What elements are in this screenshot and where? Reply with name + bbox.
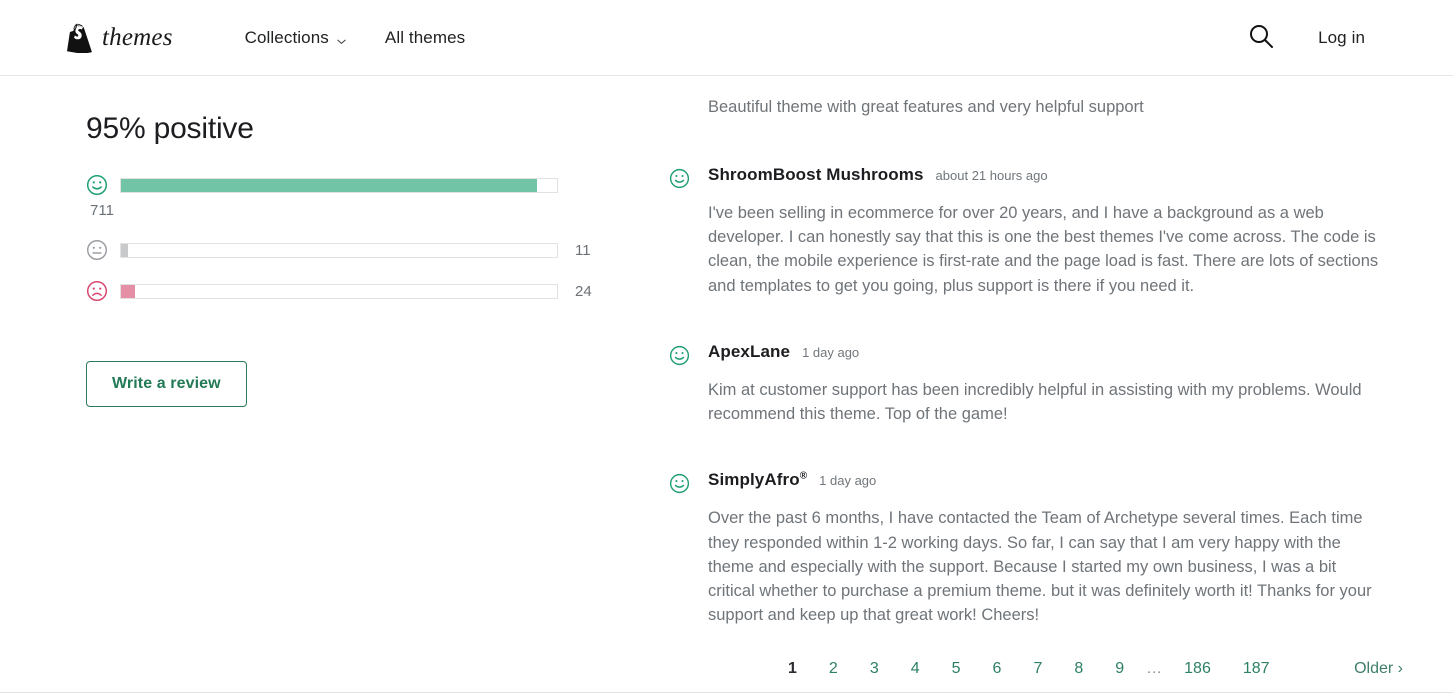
review-item: ApexLane 1 day ago Kim at customer suppo…	[669, 342, 1379, 427]
smiley-happy-icon	[86, 174, 108, 196]
rating-count-neutral: 11	[575, 241, 591, 259]
pagination-ellipsis: …	[1146, 660, 1163, 677]
pagination-page-links: 1 2 3 4 5 6 7 8 9 … 186 187	[772, 660, 1286, 678]
rating-bar-fill-positive	[121, 178, 537, 192]
rating-row-positive	[86, 174, 590, 196]
shopify-bag-logo	[66, 23, 92, 53]
site-header: themes Collections All themes Log in	[0, 0, 1453, 76]
rating-summary-panel: 95% positive 711 11 24 Write a review	[0, 96, 630, 698]
review-item: ShroomBoost Mushrooms about 21 hours ago…	[669, 165, 1379, 298]
review-text: I've been selling in ecommerce for over …	[708, 203, 1379, 295]
review-author: SimplyAfro®	[708, 470, 807, 490]
review-body: ShroomBoost Mushrooms about 21 hours ago…	[690, 165, 1379, 298]
rating-row-neutral: 11	[86, 239, 591, 261]
review-text: Kim at customer support has been incredi…	[708, 380, 1362, 424]
page-body: 95% positive 711 11 24 Write a review Be…	[0, 76, 1453, 698]
login-link[interactable]: Log in	[1318, 28, 1365, 48]
pagination-older-link[interactable]: Older ›	[1354, 660, 1403, 678]
pagination: 1 2 3 4 5 6 7 8 9 … 186 187 Older ›	[669, 660, 1453, 678]
smiley-neutral-icon	[86, 239, 108, 261]
page-title: 95% positive	[86, 112, 254, 145]
bottom-divider	[0, 692, 1453, 693]
reviews-panel: Beautiful theme with great features and …	[630, 96, 1453, 698]
smiley-happy-icon	[669, 345, 690, 366]
rating-bar-track-neutral	[120, 242, 558, 258]
smiley-happy-icon	[669, 168, 690, 189]
review-body: SimplyAfro® 1 day ago Over the past 6 mo…	[690, 470, 1379, 627]
pagination-page-9[interactable]: 9	[1099, 660, 1140, 678]
header-actions: Log in	[1248, 23, 1365, 52]
review-author-name: SimplyAfro	[708, 470, 800, 490]
pagination-page-2[interactable]: 2	[813, 660, 854, 678]
review-timestamp: about 21 hours ago	[935, 167, 1048, 183]
review-timestamp: 1 day ago	[819, 473, 877, 489]
pagination-page-186[interactable]: 186	[1168, 660, 1227, 678]
nav-item-all-themes-label: All themes	[384, 27, 466, 47]
chevron-down-icon	[336, 32, 347, 44]
search-button[interactable]	[1248, 23, 1274, 52]
review-timestamp: 1 day ago	[802, 344, 860, 360]
review-item: SimplyAfro® 1 day ago Over the past 6 mo…	[669, 470, 1379, 627]
pagination-page-5[interactable]: 5	[936, 660, 977, 678]
review-header: SimplyAfro® 1 day ago	[708, 470, 1379, 490]
rating-bar-track-negative	[120, 283, 558, 299]
rating-bar-track-positive	[120, 177, 558, 193]
rating-bar-fill-neutral	[121, 243, 128, 257]
rating-count-negative: 24	[575, 282, 592, 300]
rating-count-positive: 711	[90, 202, 114, 219]
nav-item-collections-label: Collections	[244, 27, 329, 47]
smiley-happy-icon	[669, 473, 690, 494]
pagination-page-1: 1	[788, 660, 797, 677]
write-a-review-button[interactable]: Write a review	[86, 361, 247, 407]
pagination-page-3[interactable]: 3	[854, 660, 895, 678]
pagination-page-187[interactable]: 187	[1227, 660, 1286, 678]
search-icon	[1248, 23, 1274, 52]
review-header: ApexLane 1 day ago	[708, 342, 1379, 362]
review-author: ShroomBoost Mushrooms	[708, 164, 924, 184]
review-teaser-text: Beautiful theme with great features and …	[708, 98, 1144, 116]
review-author-suffix: ®	[799, 470, 808, 482]
pagination-page-7[interactable]: 7	[1017, 660, 1058, 678]
pagination-page-8[interactable]: 8	[1058, 660, 1099, 678]
review-author: ApexLane	[708, 341, 791, 361]
review-header: ShroomBoost Mushrooms about 21 hours ago	[708, 165, 1379, 185]
nav-item-all-themes[interactable]: All themes	[385, 28, 465, 48]
review-body: ApexLane 1 day ago Kim at customer suppo…	[690, 342, 1379, 427]
rating-breakdown: 711 11 24	[86, 174, 592, 302]
nav-item-collections[interactable]: Collections	[245, 28, 347, 48]
brand-wordmark: themes	[102, 23, 173, 51]
rating-row-negative: 24	[86, 280, 592, 302]
smiley-sad-icon	[86, 280, 108, 302]
rating-bar-fill-negative	[121, 284, 135, 298]
pagination-page-6[interactable]: 6	[977, 660, 1018, 678]
brand-home-link[interactable]: themes	[66, 23, 173, 53]
main-nav: Collections All themes	[245, 28, 466, 48]
pagination-page-4[interactable]: 4	[895, 660, 936, 678]
review-text: Over the past 6 months, I have contacted…	[708, 509, 1372, 625]
